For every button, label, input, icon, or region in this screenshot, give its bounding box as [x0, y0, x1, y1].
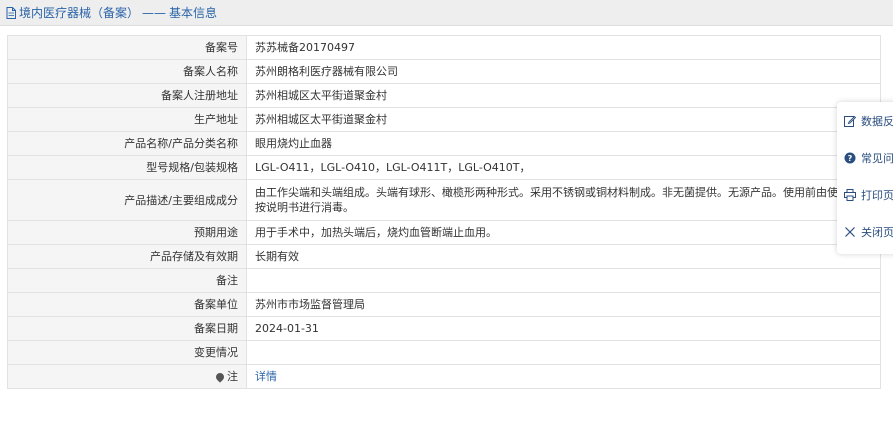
row-value: 眼用烧灼止血器 — [246, 131, 881, 156]
table-row: 注 详情 — [7, 364, 881, 389]
note-label-cell: 注 — [7, 364, 247, 389]
table-row: 生产地址 苏州相城区太平街道聚金村 — [7, 107, 881, 132]
table-row: 产品存储及有效期 长期有效 — [7, 244, 881, 269]
row-label: 备注 — [7, 268, 247, 293]
close-page-label: 关闭页 — [861, 225, 893, 239]
row-value: 长期有效 — [246, 244, 881, 269]
table-row: 产品名称/产品分类名称 眼用烧灼止血器 — [7, 131, 881, 156]
row-label: 备案人名称 — [7, 59, 247, 84]
row-label: 型号规格/包装规格 — [7, 155, 247, 180]
faq-button[interactable]: ? 常见问 — [837, 139, 893, 176]
row-label: 备案单位 — [7, 292, 247, 317]
row-label: 产品描述/主要组成成分 — [7, 179, 247, 221]
table-row: 备案日期 2024-01-31 — [7, 316, 881, 341]
row-label: 预期用途 — [7, 220, 247, 245]
close-page-button[interactable]: 关闭页 — [837, 213, 893, 250]
row-value: 苏苏械备20170497 — [246, 35, 881, 60]
page-header: 境内医疗器械（备案） —— 基本信息 — [0, 0, 893, 26]
row-value: 苏州相城区太平街道聚金村 — [246, 83, 881, 108]
row-label: 注 — [227, 370, 238, 383]
question-icon: ? — [844, 152, 856, 163]
feedback-button[interactable]: 数据反 — [837, 102, 893, 139]
page-title: 境内医疗器械（备案） — [19, 6, 140, 20]
table-row: 变更情况 — [7, 340, 881, 365]
table-row: 备注 — [7, 268, 881, 293]
row-value: 2024-01-31 — [246, 316, 881, 341]
feedback-label: 数据反 — [861, 114, 893, 128]
row-label: 产品名称/产品分类名称 — [7, 131, 247, 156]
table-row: 备案号 苏苏械备20170497 — [7, 35, 881, 60]
row-value: 苏州市市场监督管理局 — [246, 292, 881, 317]
row-value: 苏州朗格利医疗器械有限公司 — [246, 59, 881, 84]
row-label: 备案人注册地址 — [7, 83, 247, 108]
row-label: 备案号 — [7, 35, 247, 60]
print-label: 打印页 — [861, 188, 893, 202]
table-row: 预期用途 用于手术中，加热头端后，烧灼血管断端止血用。 — [7, 220, 881, 245]
row-label: 备案日期 — [7, 316, 247, 341]
table-row: 备案单位 苏州市市场监督管理局 — [7, 292, 881, 317]
row-value: 苏州相城区太平街道聚金村 — [246, 107, 881, 132]
row-value — [246, 340, 881, 365]
row-value: 由工作尖端和头端组成。头端有球形、橄榄形两种形式。采用不锈钢或铜材料制成。非无菌… — [246, 179, 881, 221]
row-value: 用于手术中，加热头端后，烧灼血管断端止血用。 — [246, 220, 881, 245]
edit-icon — [844, 115, 856, 127]
table-row: 备案人名称 苏州朗格利医疗器械有限公司 — [7, 59, 881, 84]
row-value — [246, 268, 881, 293]
faq-label: 常见问 — [861, 151, 893, 165]
svg-text:?: ? — [848, 154, 853, 163]
note-value-cell: 详情 — [246, 364, 881, 389]
title-separator: —— — [142, 5, 167, 20]
document-icon — [6, 6, 16, 19]
page-subtitle: 基本信息 — [169, 6, 218, 20]
table-row: 型号规格/包装规格 LGL-O411，LGL-O410，LGL-O411T，LG… — [7, 155, 881, 180]
table-row: 备案人注册地址 苏州相城区太平街道聚金村 — [7, 83, 881, 108]
row-label: 变更情况 — [7, 340, 247, 365]
table-row: 产品描述/主要组成成分 由工作尖端和头端组成。头端有球形、橄榄形两种形式。采用不… — [7, 179, 881, 221]
row-value: LGL-O411，LGL-O410，LGL-O411T，LGL-O410T， — [246, 155, 881, 180]
print-icon — [844, 188, 856, 201]
side-toolbar: 数据反 ? 常见问 打印页 关闭页 — [837, 102, 893, 254]
close-icon — [845, 226, 855, 237]
row-label: 生产地址 — [7, 107, 247, 132]
detail-link[interactable]: 详情 — [255, 370, 277, 383]
print-button[interactable]: 打印页 — [837, 176, 893, 213]
row-label: 产品存储及有效期 — [7, 244, 247, 269]
pin-icon — [214, 371, 226, 383]
record-info-table: 备案号 苏苏械备20170497 备案人名称 苏州朗格利医疗器械有限公司 备案人… — [7, 35, 881, 389]
